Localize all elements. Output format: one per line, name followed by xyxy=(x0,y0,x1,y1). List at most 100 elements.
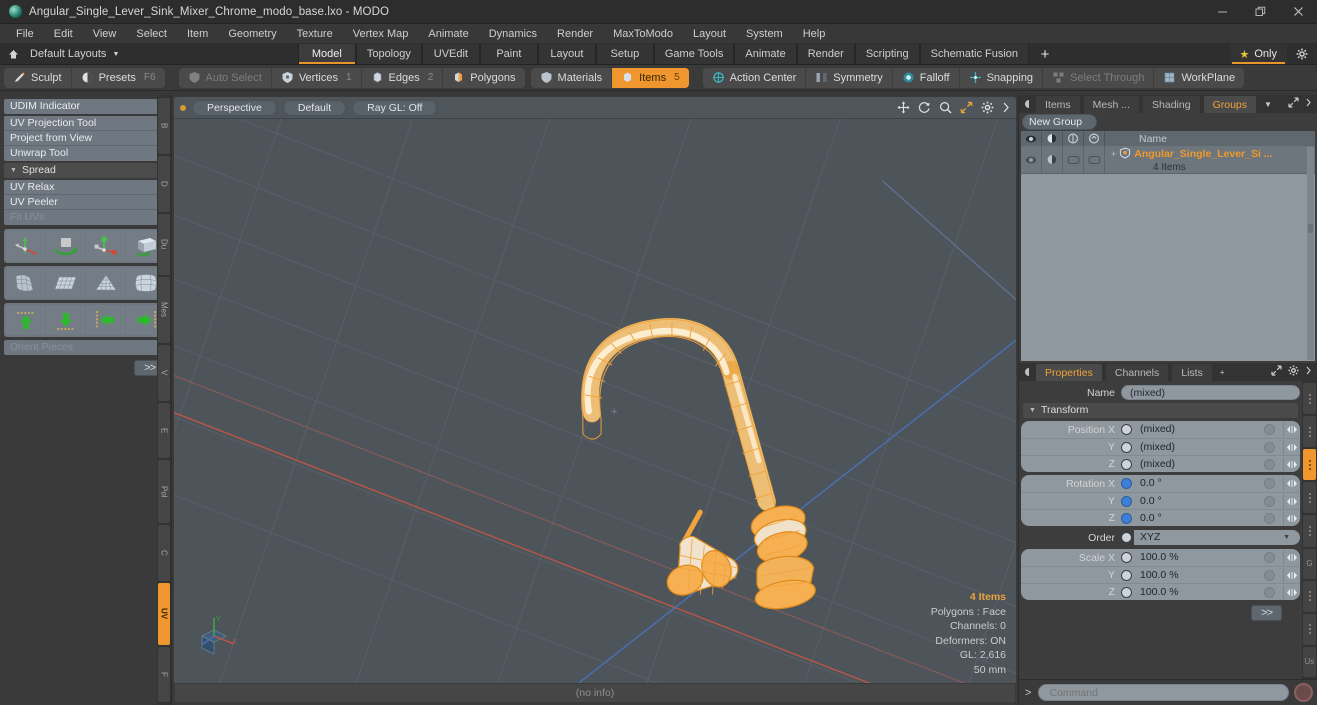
edges-button[interactable]: Edges 2 xyxy=(362,67,444,88)
menu-geometry[interactable]: Geometry xyxy=(218,24,286,44)
gear-icon[interactable] xyxy=(1287,44,1317,64)
properties-gear-icon[interactable] xyxy=(1288,365,1299,379)
properties-chevron-right-icon[interactable] xyxy=(1305,365,1312,379)
properties-more-button[interactable]: >> xyxy=(1251,605,1282,621)
scale-x-channel-dot[interactable] xyxy=(1121,552,1132,563)
flatten-grid-icon[interactable] xyxy=(46,268,85,298)
uv-projection-tool-row[interactable]: UV Projection Tool xyxy=(4,116,167,131)
rotation-z-channel-dot[interactable] xyxy=(1121,512,1132,524)
row-lock-toggle[interactable] xyxy=(1084,146,1105,173)
viewport-menu-dot-icon[interactable] xyxy=(180,104,186,111)
rotation-z-nudge[interactable] xyxy=(1283,510,1300,526)
viewport-3d[interactable]: + Y X 4 Items Polygons : Face Channels: … xyxy=(174,119,1016,683)
scale-x-knob[interactable] xyxy=(1264,552,1275,563)
row-eye-toggle[interactable] xyxy=(1021,146,1042,173)
properties-menu-dot-icon[interactable] xyxy=(1023,363,1035,381)
rotation-z-field[interactable]: 0.0 ° xyxy=(1134,510,1281,526)
rotation-y-channel-dot[interactable] xyxy=(1121,495,1132,507)
vtab-fusion[interactable]: F xyxy=(158,646,170,702)
scale-x-nudge[interactable] xyxy=(1283,550,1300,565)
falloff-button[interactable]: Falloff xyxy=(893,67,960,88)
vertices-button[interactable]: Vertices 1 xyxy=(272,67,362,88)
pvtab-transform[interactable] xyxy=(1303,449,1316,481)
add-layout-tab-button[interactable]: + xyxy=(1029,44,1062,64)
pvtab-8[interactable] xyxy=(1303,613,1316,645)
tab-shading[interactable]: Shading xyxy=(1142,95,1201,113)
close-button[interactable] xyxy=(1279,0,1317,24)
menu-maxtomodo[interactable]: MaxToModo xyxy=(603,24,683,44)
uv-relax-row[interactable]: UV Relax xyxy=(4,180,167,195)
fit-icon[interactable] xyxy=(960,101,973,114)
tab-channels[interactable]: Channels xyxy=(1104,363,1170,381)
conform-cone-icon[interactable] xyxy=(86,268,125,298)
scale-z-field[interactable]: 100.0 % xyxy=(1134,584,1281,600)
unwrap-tool-row[interactable]: Unwrap Tool xyxy=(4,146,167,161)
menu-system[interactable]: System xyxy=(736,24,793,44)
symmetry-button[interactable]: Symmetry xyxy=(806,67,893,88)
vtab-duplicate[interactable]: Du xyxy=(158,214,170,275)
position-y-nudge[interactable] xyxy=(1283,439,1300,455)
tab-items[interactable]: Items xyxy=(1035,95,1081,113)
tab-mesh[interactable]: Mesh ... xyxy=(1082,95,1141,113)
tab-properties[interactable]: Properties xyxy=(1035,363,1103,381)
materials-button[interactable]: Materials xyxy=(531,67,613,88)
pvtab-users[interactable]: Us xyxy=(1303,646,1316,677)
groups-tree-scroll-thumb[interactable] xyxy=(1308,223,1313,233)
menu-file[interactable]: File xyxy=(6,24,44,44)
scale-y-field[interactable]: 100.0 % xyxy=(1134,567,1281,583)
menu-layout[interactable]: Layout xyxy=(683,24,736,44)
scale-z-knob[interactable] xyxy=(1264,586,1275,598)
rotation-y-knob[interactable] xyxy=(1264,495,1275,507)
viewport-raygl-button[interactable]: Ray GL: Off xyxy=(352,99,438,116)
layout-tab-setup[interactable]: Setup xyxy=(595,44,654,64)
axis-gizmo[interactable]: Y X xyxy=(196,614,242,661)
pvtab-7[interactable] xyxy=(1303,580,1316,612)
udim-indicator-row[interactable]: UDIM Indicator xyxy=(4,99,167,114)
tab-overflow-caret-icon[interactable]: ▼ xyxy=(1259,95,1277,113)
position-x-knob[interactable] xyxy=(1264,424,1275,435)
rotation-x-channel-dot[interactable] xyxy=(1121,478,1132,489)
menu-render[interactable]: Render xyxy=(547,24,603,44)
rotation-x-field[interactable]: 0.0 ° xyxy=(1134,476,1281,491)
vtab-uv[interactable]: UV xyxy=(158,582,170,645)
default-layouts-picker[interactable]: Default Layouts ▼ xyxy=(26,44,129,64)
order-dropdown[interactable]: XYZ ▼ xyxy=(1134,530,1300,545)
position-z-field[interactable]: (mixed) xyxy=(1134,456,1281,472)
rotation-x-knob[interactable] xyxy=(1264,478,1275,489)
scale-y-nudge[interactable] xyxy=(1283,567,1300,583)
pvtab-4[interactable] xyxy=(1303,482,1316,514)
scale-x-field[interactable]: 100.0 % xyxy=(1134,550,1281,565)
scale-y-channel-dot[interactable] xyxy=(1121,569,1132,581)
position-z-nudge[interactable] xyxy=(1283,456,1300,472)
position-z-knob[interactable] xyxy=(1264,458,1275,470)
items-button[interactable]: Items 5 xyxy=(612,67,689,88)
align-up-icon[interactable] xyxy=(6,305,45,335)
order-channel-dot[interactable] xyxy=(1121,532,1132,543)
position-x-nudge[interactable] xyxy=(1283,422,1300,437)
align-left-icon[interactable] xyxy=(86,305,125,335)
transform-section-header[interactable]: ▼ Transform xyxy=(1023,403,1298,418)
shade-icon[interactable] xyxy=(1042,131,1063,146)
menu-edit[interactable]: Edit xyxy=(44,24,83,44)
rotation-y-nudge[interactable] xyxy=(1283,493,1300,509)
groups-tree-scrollbar[interactable] xyxy=(1307,147,1314,360)
layout-tab-layout[interactable]: Layout xyxy=(537,44,596,64)
vtab-polygon[interactable]: Pol xyxy=(158,460,170,523)
project-from-view-row[interactable]: Project from View xyxy=(4,131,167,146)
menu-vertex-map[interactable]: Vertex Map xyxy=(343,24,419,44)
scale-z-nudge[interactable] xyxy=(1283,584,1300,600)
vtab-edge[interactable]: E xyxy=(158,402,170,459)
menu-select[interactable]: Select xyxy=(126,24,177,44)
pvtab-5[interactable] xyxy=(1303,515,1316,547)
vtab-vertex[interactable]: V xyxy=(158,344,170,401)
layout-tab-game-tools[interactable]: Game Tools xyxy=(653,44,735,64)
group-row-name-cell[interactable]: + Angular_Single_Lever_Si ... 4 Items xyxy=(1105,146,1315,173)
presets-button[interactable]: Presets F6 xyxy=(72,68,165,88)
tab-lists[interactable]: Lists xyxy=(1171,363,1213,381)
action-center-button[interactable]: Action Center xyxy=(703,67,807,88)
menu-help[interactable]: Help xyxy=(793,24,836,44)
layout-tab-paint[interactable]: Paint xyxy=(479,44,538,64)
scale-z-channel-dot[interactable] xyxy=(1121,586,1132,598)
vtab-curve[interactable]: C xyxy=(158,524,170,581)
vtab-mesh[interactable]: Mes xyxy=(158,277,170,343)
